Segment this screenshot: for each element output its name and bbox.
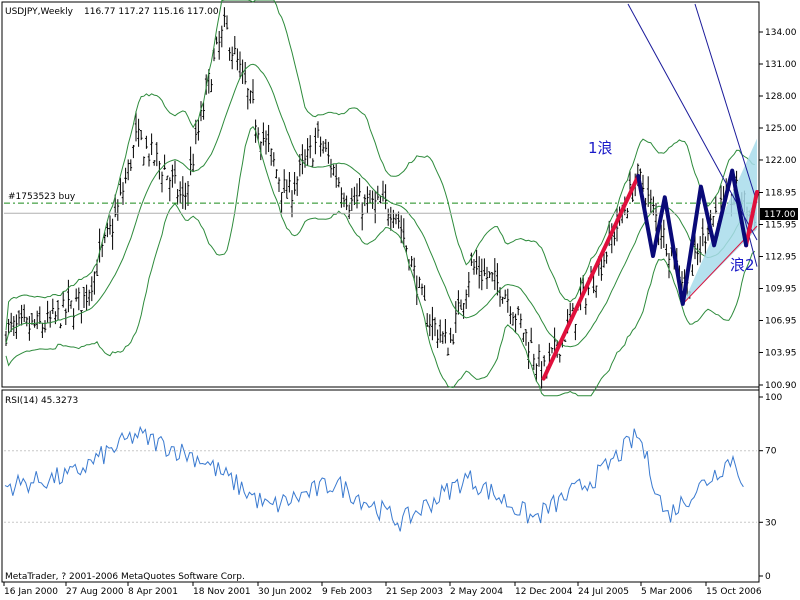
wave2-label: 浪2 — [730, 256, 755, 274]
price-tick-label: 100.90 — [765, 381, 797, 391]
chart-canvas: 134.00 131.00 128.00 125.00 122.00 118.95 115.… — [0, 0, 800, 600]
symbol-timeframe: USDJPY,Weekly — [5, 7, 74, 17]
date-tick-label: 30 Jun 2002 — [258, 587, 312, 597]
date-tick-label: 15 Oct 2006 — [706, 587, 762, 597]
rsi-tick-label: 70 — [765, 447, 777, 457]
order-label: #1753523 buy — [8, 192, 76, 202]
rsi-tick-label: 100 — [765, 393, 782, 403]
date-tick-label: 8 Apr 2001 — [128, 587, 178, 597]
date-tick-label: 18 Nov 2001 — [193, 587, 251, 597]
ohlc-values: 116.77 117.27 115.16 117.00 — [84, 7, 219, 17]
price-tick-label: 115.95 — [765, 220, 797, 230]
price-tick-label: 118.95 — [765, 189, 797, 199]
price-tick-label: 106.95 — [765, 316, 797, 326]
date-tick-label: 9 Feb 2003 — [322, 587, 372, 597]
wave1-label: 1浪 — [588, 139, 613, 157]
date-tick-label: 5 Mar 2006 — [641, 587, 693, 597]
price-tick-label: 112.95 — [765, 252, 797, 262]
date-tick-label: 24 Jul 2005 — [578, 587, 629, 597]
current-price-value: 117.00 — [764, 210, 796, 220]
date-tick-label: 2 May 2004 — [450, 587, 503, 597]
date-tick-label: 21 Sep 2003 — [386, 587, 443, 597]
price-tick-label: 131.00 — [765, 60, 797, 70]
price-tick-label: 109.95 — [765, 284, 797, 294]
date-tick-label: 16 Jan 2000 — [4, 587, 58, 597]
price-tick-label: 128.00 — [765, 92, 797, 102]
copyright-text: MetaTrader, ? 2001-2006 MetaQuotes Softw… — [5, 572, 245, 582]
price-tick-label: 125.00 — [765, 124, 797, 134]
rsi-tick-label: 0 — [765, 572, 771, 582]
price-tick-label: 122.00 — [765, 156, 797, 166]
date-tick-label: 27 Aug 2000 — [66, 587, 124, 597]
date-tick-label: 12 Dec 2004 — [515, 587, 573, 597]
price-tick-label: 103.95 — [765, 348, 797, 358]
rsi-tick-label: 30 — [765, 518, 777, 528]
price-tick-label: 134.00 — [765, 28, 797, 38]
rsi-label: RSI(14) 45.3273 — [5, 396, 78, 406]
